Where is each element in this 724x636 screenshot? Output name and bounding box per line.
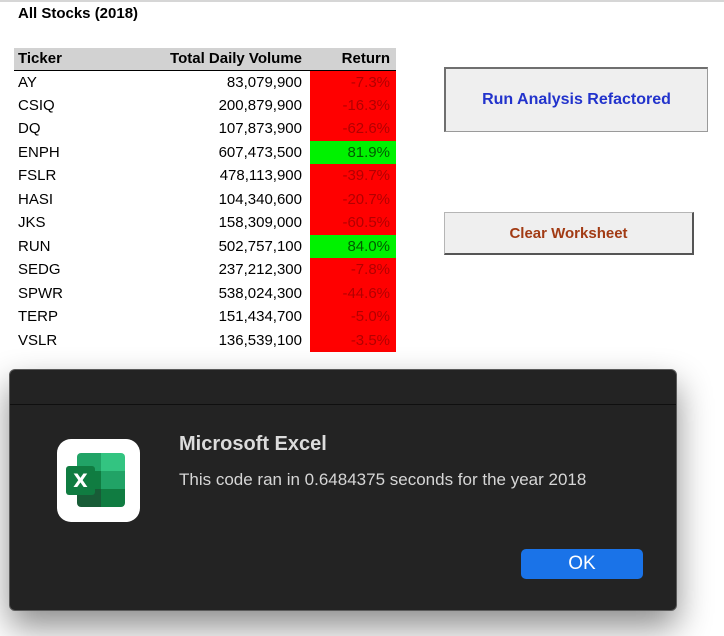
return-cell[interactable]: -5.0% [310,305,396,329]
table-row: TERP 151,434,700 -5.0% [14,305,396,329]
volume-cell[interactable]: 104,340,600 [149,188,310,212]
table-row: AY 83,079,900 -7.3% [14,70,396,94]
volume-cell[interactable]: 200,879,900 [149,94,310,118]
table-row: RUN 502,757,100 84.0% [14,234,396,259]
ticker-cell[interactable]: HASI [14,188,149,212]
ticker-cell[interactable]: TERP [14,305,149,329]
dialog-message: This code ran in 0.6484375 seconds for t… [179,470,587,489]
dialog-titlebar[interactable] [10,370,676,405]
ticker-cell[interactable]: ENPH [14,141,149,165]
ticker-cell[interactable]: AY [14,70,149,94]
ticker-cell[interactable]: RUN [14,235,149,259]
ok-button[interactable]: OK [521,549,643,579]
ticker-cell[interactable]: SEDG [14,258,149,282]
return-cell[interactable]: -7.8% [310,258,396,282]
return-cell[interactable]: -16.3% [310,93,396,117]
excel-alert-dialog: X Microsoft Excel This code ran in 0.648… [9,369,677,611]
sheet-title: All Stocks (2018) [18,5,139,22]
return-cell[interactable]: -7.3% [310,70,396,94]
excel-app-icon: X [57,439,140,522]
ticker-cell[interactable]: FSLR [14,164,149,188]
dialog-title: Microsoft Excel [179,433,327,455]
return-cell[interactable]: 84.0% [310,234,396,258]
sheet-top-border [0,0,724,2]
table-header-row: Ticker Total Daily Volume Return [14,48,396,71]
excel-x-badge-icon: X [66,466,95,495]
return-cell[interactable]: -62.6% [310,117,396,141]
table-row: JKS 158,309,000 -60.5% [14,211,396,235]
table-row: VSLR 136,539,100 -3.5% [14,328,396,353]
table-row: SPWR 538,024,300 -44.6% [14,281,396,306]
volume-cell[interactable]: 607,473,500 [149,141,310,165]
run-analysis-refactored-button[interactable]: Run Analysis Refactored [444,67,708,132]
return-cell[interactable]: 81.9% [310,140,396,164]
table-row: FSLR 478,113,900 -39.7% [14,164,396,188]
clear-worksheet-button[interactable]: Clear Worksheet [444,212,694,255]
volume-cell[interactable]: 158,309,000 [149,211,310,235]
volume-cell[interactable]: 478,113,900 [149,164,310,188]
return-cell[interactable]: -3.5% [310,328,396,352]
table-row: HASI 104,340,600 -20.7% [14,187,396,212]
header-volume[interactable]: Total Daily Volume [149,48,310,71]
volume-cell[interactable]: 136,539,100 [149,329,310,353]
ticker-cell[interactable]: SPWR [14,282,149,306]
table-row: ENPH 607,473,500 81.9% [14,140,396,165]
ticker-cell[interactable]: VSLR [14,329,149,353]
header-return[interactable]: Return [310,48,396,71]
volume-cell[interactable]: 538,024,300 [149,282,310,306]
table-row: DQ 107,873,900 -62.6% [14,117,396,141]
return-cell[interactable]: -20.7% [310,187,396,211]
stock-table: Ticker Total Daily Volume Return AY 83,07… [14,48,396,352]
header-ticker[interactable]: Ticker [14,48,149,71]
volume-cell[interactable]: 237,212,300 [149,258,310,282]
return-cell[interactable]: -44.6% [310,281,396,305]
table-row: CSIQ 200,879,900 -16.3% [14,93,396,118]
ticker-cell[interactable]: JKS [14,211,149,235]
table-body: AY 83,079,900 -7.3% CSIQ 200,879,900 -16.3% DQ… [14,70,396,352]
volume-cell[interactable]: 83,079,900 [149,70,310,94]
return-cell[interactable]: -39.7% [310,164,396,188]
volume-cell[interactable]: 107,873,900 [149,117,310,141]
volume-cell[interactable]: 151,434,700 [149,305,310,329]
ticker-cell[interactable]: CSIQ [14,94,149,118]
ticker-cell[interactable]: DQ [14,117,149,141]
return-cell[interactable]: -60.5% [310,211,396,235]
table-row: SEDG 237,212,300 -7.8% [14,258,396,282]
volume-cell[interactable]: 502,757,100 [149,235,310,259]
